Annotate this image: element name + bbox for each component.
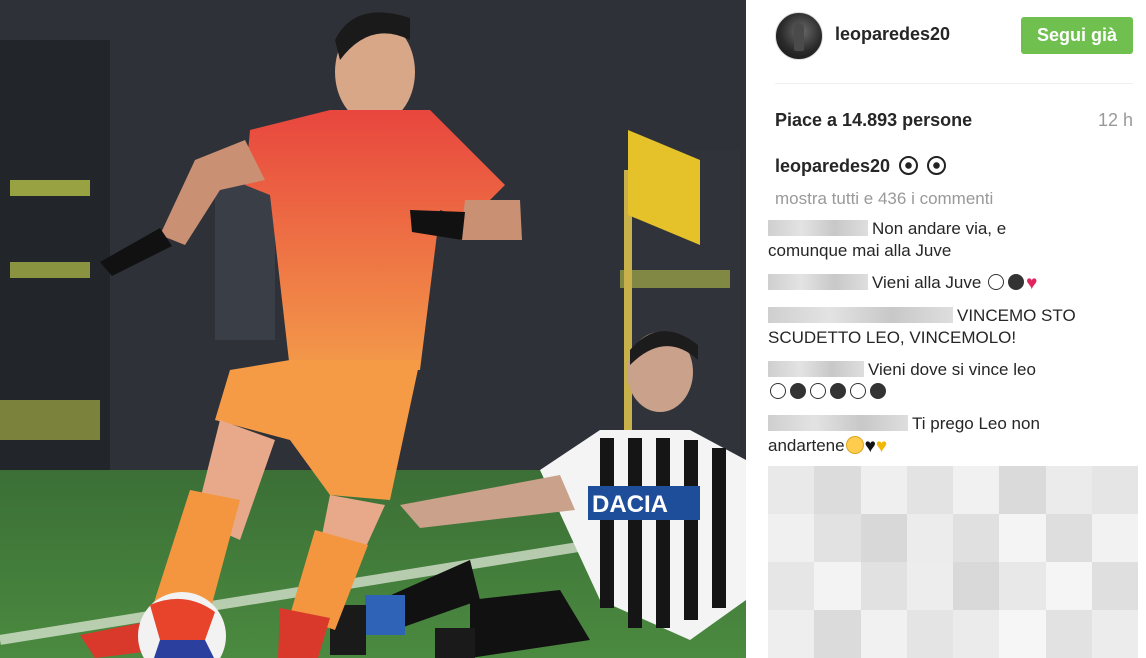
comment-text: Non andare via, e	[872, 219, 1007, 238]
comment-text: Vieni dove si vince leo	[868, 360, 1036, 379]
comment-item: VINCEMO STO SCUDETTO LEO, VINCEMOLO!	[768, 305, 1138, 349]
caption-username[interactable]: leoparedes20	[775, 156, 890, 176]
comment-text: SCUDETTO LEO, VINCEMOLO!	[768, 328, 1017, 347]
white-circle-icon	[850, 383, 866, 399]
caption: leoparedes20	[775, 156, 947, 177]
black-heart-icon: ♥	[864, 436, 876, 457]
comment-text: comunque mai alla Juve	[768, 241, 952, 260]
black-circle-icon	[790, 383, 806, 399]
comment-text: andartene	[768, 436, 845, 455]
follow-button[interactable]: Segui già	[1021, 17, 1133, 54]
comment-item: Vieni dove si vince leo	[768, 359, 1138, 403]
avatar[interactable]	[775, 12, 823, 60]
divider	[775, 83, 1133, 84]
black-circle-icon	[1008, 274, 1025, 290]
comment-text: VINCEMO STO	[957, 306, 1076, 325]
white-circle-icon	[810, 383, 826, 399]
sad-face-icon	[845, 436, 864, 454]
blurred-username	[768, 274, 868, 290]
comment-text: Ti prego Leo non	[912, 414, 1040, 433]
comment-item: Ti prego Leo non andartene ♥♥	[768, 413, 1138, 458]
blurred-username	[768, 307, 953, 323]
red-heart-icon: ♥	[1026, 273, 1038, 294]
sponsor-text: DACIA	[592, 491, 668, 518]
white-circle-icon	[988, 274, 1005, 290]
likes-count[interactable]: Piace a 14.893 persone	[775, 110, 972, 131]
yellow-heart-icon: ♥	[875, 436, 888, 457]
photo-illustration: DACIA	[0, 0, 746, 658]
blurred-username	[768, 415, 908, 431]
soccer-ball-icon	[927, 156, 947, 175]
post-header: leoparedes20 Segui già	[746, 0, 1146, 78]
comment-text: Vieni alla Juve	[872, 273, 982, 292]
black-circle-icon	[830, 383, 846, 399]
show-all-comments-link[interactable]: mostra tutti e 436 i commenti	[775, 189, 993, 209]
post-photo[interactable]: DACIA	[0, 0, 746, 658]
username[interactable]: leoparedes20	[835, 24, 950, 45]
black-circle-icon	[870, 383, 886, 399]
comment-item: Vieni alla Juve ♥	[768, 272, 1138, 295]
blurred-username	[768, 361, 864, 377]
comment-item: Non andare via, e comunque mai alla Juve	[768, 218, 1138, 262]
post-time[interactable]: 12 h	[1098, 110, 1133, 131]
pixelated-region	[768, 466, 1138, 658]
blurred-username	[768, 220, 868, 236]
post-sidebar: leoparedes20 Segui già Piace a 14.893 pe…	[746, 0, 1146, 658]
comment-list: Non andare via, e comunque mai alla Juve…	[768, 218, 1138, 468]
white-circle-icon	[770, 383, 786, 399]
soccer-ball-icon	[899, 156, 919, 175]
